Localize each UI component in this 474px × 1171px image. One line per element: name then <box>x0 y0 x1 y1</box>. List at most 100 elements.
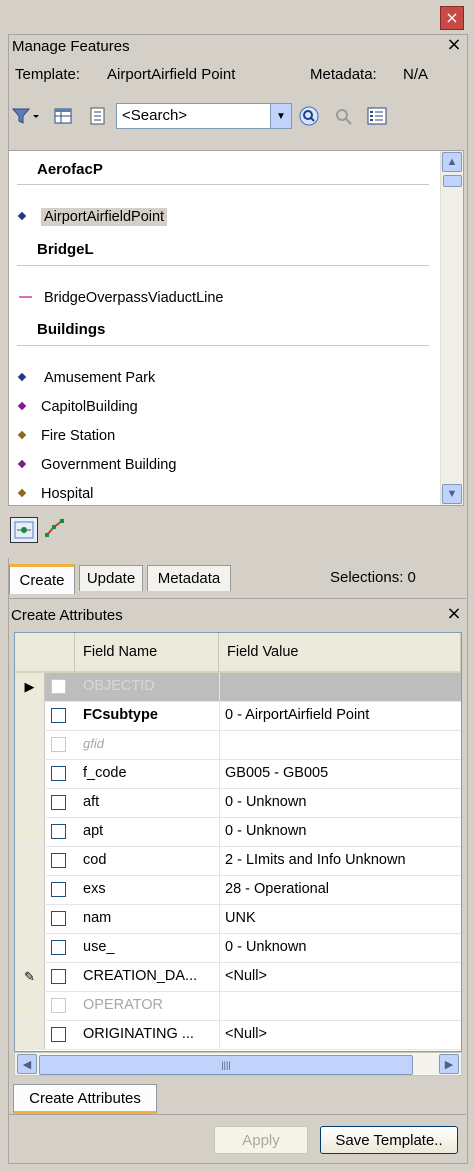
table-row[interactable]: apt 0 - Unknown <box>15 818 461 847</box>
row-checkbox[interactable] <box>51 969 66 984</box>
vertical-scrollbar[interactable]: ▲ ▼ <box>440 151 463 505</box>
field-value-cell[interactable]: GB005 - GB005 <box>225 765 328 781</box>
save-template-button[interactable]: Save Template.. <box>320 1126 458 1154</box>
list-item[interactable]: Hospital <box>17 486 93 502</box>
field-value-cell[interactable]: 0 - Unknown <box>225 823 306 839</box>
table-row[interactable]: nam UNK <box>15 905 461 934</box>
field-value-cell[interactable]: UNK <box>225 910 256 926</box>
table-row[interactable]: ORIGINATING ... <Null> <box>15 1021 461 1050</box>
row-checkbox[interactable] <box>51 679 66 694</box>
attributes-close-button[interactable]: × <box>444 604 464 624</box>
chevron-down-icon[interactable]: ▼ <box>270 104 291 128</box>
panel-close-button[interactable]: × <box>444 35 464 55</box>
search-placeholder: <Search> <box>122 107 188 124</box>
search-go-icon[interactable] <box>298 105 320 127</box>
field-value-cell[interactable]: 28 - Operational <box>225 881 329 897</box>
apply-button[interactable]: Apply <box>214 1126 308 1154</box>
table-row[interactable]: f_code GB005 - GB005 <box>15 760 461 789</box>
scroll-thumb[interactable]: |||| <box>39 1055 413 1075</box>
row-checkbox[interactable] <box>51 911 66 926</box>
field-value-cell[interactable]: 0 - Unknown <box>225 939 306 955</box>
cell-divider <box>219 673 220 701</box>
row-selector[interactable] <box>15 876 45 904</box>
row-selector[interactable] <box>15 934 45 962</box>
scroll-thumb[interactable] <box>443 175 462 187</box>
list-item[interactable]: BridgeOverpassViaductLine <box>19 290 223 306</box>
table-row[interactable]: aft 0 - Unknown <box>15 789 461 818</box>
template-list[interactable]: AerofacP AirportAirfieldPoint BridgeL Br… <box>8 150 464 506</box>
row-selector[interactable] <box>15 731 45 759</box>
table-row[interactable]: exs 28 - Operational <box>15 876 461 905</box>
row-checkbox[interactable] <box>51 824 66 839</box>
row-checkbox[interactable] <box>51 998 66 1013</box>
properties-icon[interactable] <box>86 105 108 127</box>
list-item[interactable]: AirportAirfieldPoint <box>17 208 168 226</box>
cell-divider <box>219 847 220 875</box>
tab-create[interactable]: Create <box>9 564 75 594</box>
tab-create-attributes[interactable]: Create Attributes <box>13 1084 157 1114</box>
field-name-cell: nam <box>83 910 112 926</box>
list-item[interactable]: CapitolBuilding <box>17 399 138 415</box>
horizontal-scrollbar[interactable]: ◀ |||| ▶ <box>14 1052 462 1076</box>
table-row[interactable]: ✎ CREATION_DA... <Null> <box>15 963 461 992</box>
scroll-down-button[interactable]: ▼ <box>442 484 462 504</box>
list-options-icon[interactable] <box>366 105 388 127</box>
row-selector[interactable]: ▶ <box>15 673 45 701</box>
row-checkbox[interactable] <box>51 737 66 752</box>
row-selector[interactable] <box>15 992 45 1020</box>
row-checkbox[interactable] <box>51 766 66 781</box>
point-symbol-icon <box>17 401 27 411</box>
search-input[interactable]: <Search> ▼ <box>116 103 292 129</box>
field-name-cell: apt <box>83 823 104 839</box>
row-checkbox[interactable] <box>51 1027 66 1042</box>
list-item[interactable]: Government Building <box>17 457 176 473</box>
create-line-icon[interactable] <box>44 517 66 539</box>
table-row[interactable]: FCsubtype 0 - AirportAirfield Point <box>15 702 461 731</box>
row-selector[interactable] <box>15 702 45 730</box>
section-divider <box>8 1114 466 1115</box>
row-checkbox[interactable] <box>51 853 66 868</box>
table-row[interactable]: use_ 0 - Unknown <box>15 934 461 963</box>
field-value-cell[interactable]: <Null> <box>225 968 267 984</box>
filter-icon[interactable] <box>10 105 42 127</box>
row-selector[interactable] <box>15 818 45 846</box>
list-item[interactable]: Fire Station <box>17 428 115 444</box>
col-header-field-name[interactable]: Field Name <box>75 633 219 673</box>
row-checkbox[interactable] <box>51 795 66 810</box>
metadata-label: Metadata: <box>310 66 377 83</box>
row-selector[interactable] <box>15 1021 45 1049</box>
field-value-cell[interactable]: <Null> <box>225 1026 267 1042</box>
row-selector[interactable]: ✎ <box>15 963 45 991</box>
row-checkbox[interactable] <box>51 940 66 955</box>
col-header-field-value[interactable]: Field Value <box>219 633 461 673</box>
table-view-icon[interactable] <box>52 105 74 127</box>
field-name-cell: gfid <box>83 736 104 751</box>
tab-update[interactable]: Update <box>79 565 143 591</box>
table-row[interactable]: ▶ OBJECTID <box>15 673 461 702</box>
table-row[interactable]: gfid <box>15 731 461 760</box>
metadata-value: N/A <box>403 66 429 83</box>
row-checkbox[interactable] <box>51 708 66 723</box>
table-row[interactable]: OPERATOR <box>15 992 461 1021</box>
list-item[interactable]: Amusement Park <box>17 370 155 386</box>
field-value-cell[interactable]: 0 - AirportAirfield Point <box>225 707 369 723</box>
table-row[interactable]: cod 2 - LImits and Info Unknown <box>15 847 461 876</box>
row-selector[interactable] <box>15 760 45 788</box>
scroll-right-button[interactable]: ▶ <box>439 1054 459 1074</box>
row-checkbox[interactable] <box>51 882 66 897</box>
create-point-icon[interactable] <box>10 517 38 543</box>
locate-icon[interactable] <box>332 105 354 127</box>
tab-metadata[interactable]: Metadata <box>147 565 231 591</box>
scroll-left-button[interactable]: ◀ <box>17 1054 37 1074</box>
window-close-button[interactable]: × <box>440 6 464 30</box>
row-selector[interactable] <box>15 905 45 933</box>
field-name-cell: aft <box>83 794 100 810</box>
group-header: AerofacP <box>37 161 103 178</box>
row-selector[interactable] <box>15 847 45 875</box>
field-value-cell[interactable]: 0 - Unknown <box>225 794 306 810</box>
scroll-up-button[interactable]: ▲ <box>442 152 462 172</box>
field-value-cell[interactable]: 2 - LImits and Info Unknown <box>225 852 406 868</box>
row-selector[interactable] <box>15 789 45 817</box>
construction-tools-bar <box>8 506 464 558</box>
attributes-grid[interactable]: Field Name Field Value ▶ OBJECTID FCsubtyp… <box>14 632 462 1052</box>
